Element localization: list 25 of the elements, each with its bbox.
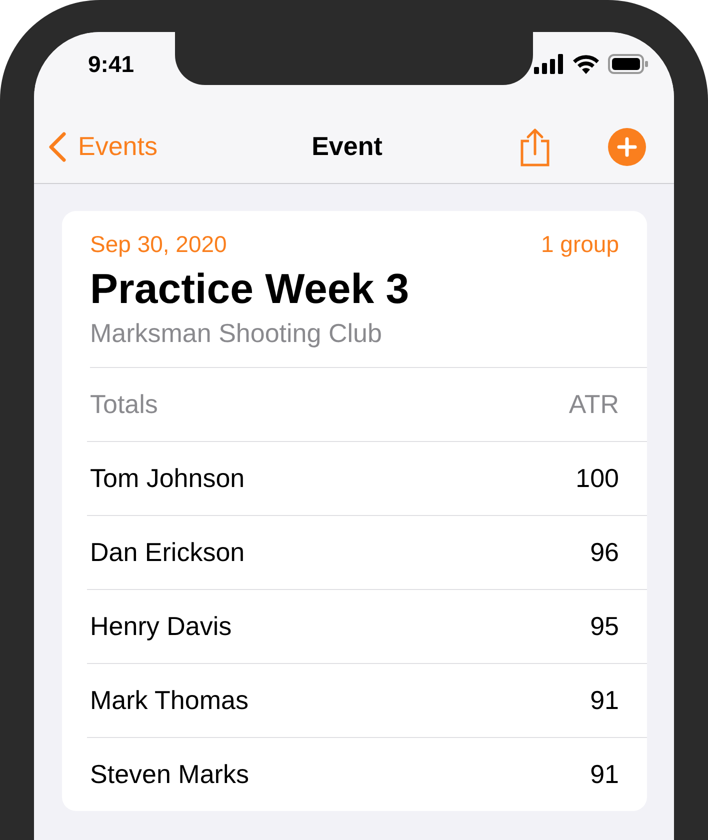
score-cell: 95: [590, 611, 619, 642]
shooter-name: Henry Davis: [90, 611, 232, 642]
wifi-icon: [572, 54, 600, 74]
battery-icon: [608, 54, 648, 74]
score-cell: 91: [590, 685, 619, 716]
shooter-name: Mark Thomas: [90, 685, 248, 716]
column-header: ATR: [568, 389, 619, 420]
group-count: 1 group: [540, 231, 619, 258]
signal-icon: [534, 54, 564, 74]
nav-title: Event: [312, 131, 382, 162]
share-button[interactable]: [518, 126, 552, 166]
status-time: 9:41: [88, 50, 134, 78]
club-name: Marksman Shooting Club: [90, 318, 647, 368]
totals-header: Totals: [90, 389, 158, 420]
score-cell: 100: [576, 463, 619, 494]
shooter-name: Tom Johnson: [90, 463, 245, 494]
shooter-name: Dan Erickson: [90, 537, 245, 568]
event-date: Sep 30, 2020: [90, 231, 227, 258]
event-title: Practice Week 3: [90, 264, 410, 314]
shooter-name: Steven Marks: [90, 759, 249, 790]
back-link[interactable]: Events: [48, 131, 158, 162]
chevron-left-icon: [48, 132, 66, 162]
add-button[interactable]: [608, 128, 646, 166]
score-cell: 96: [590, 537, 619, 568]
score-cell: 91: [590, 759, 619, 790]
